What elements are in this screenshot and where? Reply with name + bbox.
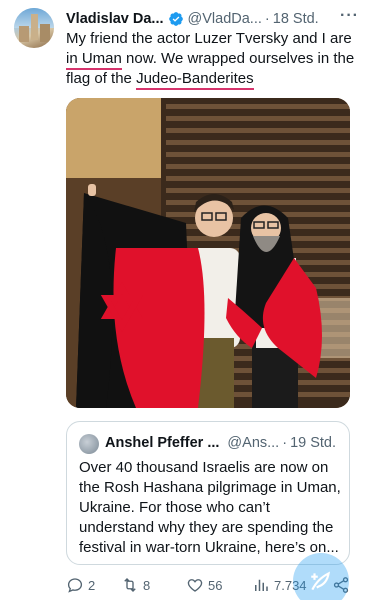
tweet-timestamp[interactable]: 18 Std. bbox=[273, 11, 319, 27]
reply-count: 2 bbox=[88, 577, 96, 593]
tweet-text-part: My friend the actor Luzer Tversky and I … bbox=[66, 30, 352, 47]
underlined-phrase-flag: Judeo-Banderites bbox=[136, 70, 254, 90]
quoted-author-name[interactable]: Anshel Pfeffer ... bbox=[105, 435, 219, 451]
views-icon bbox=[255, 579, 268, 591]
verified-badge-icon bbox=[168, 12, 183, 26]
quoted-tweet-timestamp[interactable]: 19 Std. bbox=[290, 435, 336, 451]
retweet-count: 8 bbox=[143, 577, 151, 593]
underlined-phrase-uman: in Uman bbox=[66, 50, 122, 70]
retweet-button[interactable]: 8 bbox=[121, 576, 150, 594]
like-button[interactable]: 56 bbox=[186, 576, 222, 594]
retweet-icon bbox=[124, 578, 136, 592]
compose-icon bbox=[311, 571, 331, 591]
quoted-tweet[interactable]: Anshel Pfeffer ... @Ans... · 19 Std. Ove… bbox=[66, 421, 350, 565]
author-handle[interactable]: @VladDa... bbox=[188, 11, 262, 27]
author-avatar[interactable] bbox=[14, 8, 54, 48]
header-separator: · bbox=[264, 11, 270, 27]
quoted-author-avatar[interactable] bbox=[79, 434, 99, 454]
reply-button[interactable]: 2 bbox=[66, 576, 95, 594]
compose-button[interactable] bbox=[293, 553, 349, 600]
tweet-header: Vladislav Da... @VladDa... · 18 Std. ··· bbox=[66, 7, 359, 29]
quoted-tweet-header: Anshel Pfeffer ... @Ans... · 19 Std. bbox=[105, 435, 341, 451]
author-name[interactable]: Vladislav Da... bbox=[66, 11, 164, 27]
more-icon[interactable]: ··· bbox=[340, 7, 359, 25]
quoted-tweet-text: Over 40 thousand Israelis are now on the… bbox=[79, 459, 341, 556]
reply-icon bbox=[67, 578, 83, 593]
like-count: 56 bbox=[208, 577, 223, 593]
tweet-photo[interactable] bbox=[66, 98, 350, 408]
quoted-author-handle[interactable]: @Ans... bbox=[227, 435, 279, 451]
photo-illustration bbox=[66, 98, 350, 408]
quoted-header-separator: · bbox=[282, 435, 288, 451]
tweet-text: My friend the actor Luzer Tversky and I … bbox=[66, 29, 358, 90]
like-icon bbox=[187, 579, 203, 592]
